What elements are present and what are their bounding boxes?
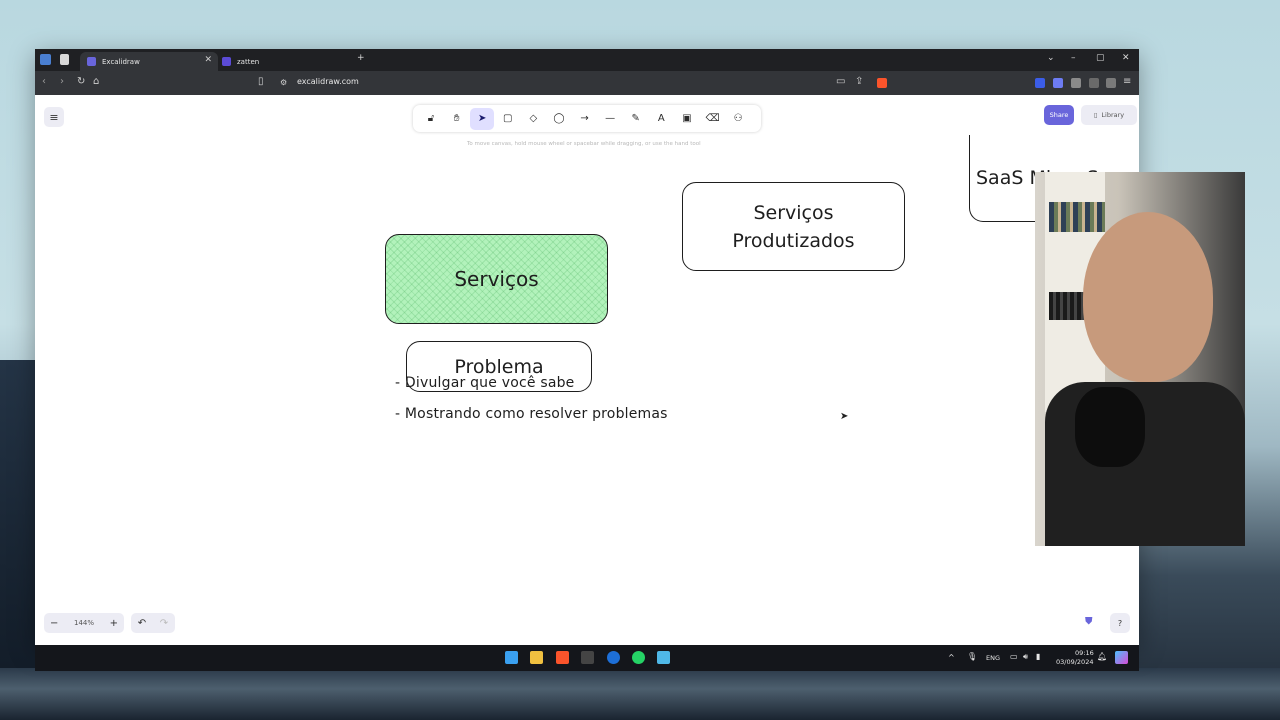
windows-start-icon[interactable] [505, 651, 518, 664]
tab-close-icon[interactable]: ✕ [204, 55, 212, 65]
shape-servicos[interactable]: Serviços [385, 234, 608, 324]
new-tab-button[interactable]: + [357, 53, 365, 63]
file-explorer-icon[interactable] [530, 651, 543, 664]
share-button[interactable]: Share [1044, 105, 1074, 125]
hand-icon[interactable]: ✋︎ [445, 108, 469, 130]
excalidraw-favicon-icon [87, 57, 96, 66]
site-info-icon[interactable]: ⚙ [280, 78, 287, 87]
tray-chevron-icon[interactable]: ^ [948, 653, 955, 662]
rewards-icon[interactable] [1106, 78, 1116, 88]
extension-icon[interactable] [1053, 78, 1063, 88]
bookmark-icon[interactable]: ▯ [258, 76, 264, 87]
ellipse-icon[interactable]: ◯ [547, 108, 571, 130]
arrow-icon[interactable]: → [573, 108, 597, 130]
shape-label: Produtizados [732, 229, 855, 252]
main-menu-button[interactable]: ≡ [44, 107, 64, 127]
os-taskbar: ^ 🎙︎ ENG ▭ 🔊︎ ▮ 09:16 03/09/2024 🔔︎ [35, 645, 1139, 671]
url-field[interactable]: excalidraw.com [297, 77, 359, 86]
close-window-button[interactable]: ✕ [1122, 53, 1130, 63]
clock-time[interactable]: 09:16 [1075, 649, 1094, 657]
brave-shields-icon[interactable] [877, 78, 887, 88]
zatten-favicon-icon [222, 57, 231, 66]
line-icon[interactable]: — [598, 108, 622, 130]
library-label: Library [1101, 111, 1125, 119]
zoom-level[interactable]: 144% [74, 619, 94, 627]
bullet-text[interactable]: - Divulgar que você sabe [395, 375, 575, 391]
webcam-overlay [1035, 172, 1245, 546]
undo-redo-controls: ↶ ↷ [131, 613, 175, 633]
shape-toolbar: 🔓︎ ✋︎ ➤ ▢ ◇ ◯ → — ✎ A ▣ ⌫ ⚇ [413, 105, 761, 132]
rectangle-icon[interactable]: ▢ [496, 108, 520, 130]
maximize-button[interactable]: ▢ [1096, 53, 1105, 63]
cast-icon[interactable]: ▭ [836, 76, 845, 87]
person-body [1045, 382, 1245, 546]
zoom-out-button[interactable]: − [50, 618, 58, 629]
person-head [1083, 212, 1213, 382]
book-row [1049, 202, 1105, 232]
shape-servicos-produtizados[interactable]: Serviços Produtizados [682, 182, 905, 271]
forward-icon[interactable]: › [60, 76, 64, 87]
notification-bell-icon[interactable]: 🔔︎ [1097, 652, 1107, 661]
browser-window: Excalidraw ✕ zatten + ⌄ – ▢ ✕ ‹ › ↻ ⌂ ▯ … [35, 49, 1139, 645]
bullet-text[interactable]: - Mostrando como resolver problemas [395, 406, 668, 422]
extension-bitwarden-icon[interactable] [1035, 78, 1045, 88]
undo-button[interactable]: ↶ [138, 618, 146, 629]
volume-icon[interactable]: 🔊︎ [1023, 652, 1028, 662]
menu-icon[interactable]: ≡ [1123, 76, 1131, 87]
shape-label: Serviços [454, 267, 539, 291]
selection-icon[interactable]: ➤ [470, 107, 495, 130]
language-indicator[interactable]: ENG [986, 654, 1000, 662]
library-button[interactable]: ▯ Library [1081, 105, 1137, 125]
tab-zatten[interactable]: zatten [215, 52, 353, 71]
share-page-icon[interactable]: ⇪ [855, 76, 863, 87]
excalidraw-canvas[interactable]: ≡ 🔓︎ ✋︎ ➤ ▢ ◇ ◯ → — ✎ A ▣ ⌫ ⚇ To move ca… [35, 95, 1139, 645]
network-icon[interactable]: ▭ [1010, 652, 1018, 661]
shape-label: Serviços [753, 201, 834, 224]
terminal-icon[interactable] [581, 651, 594, 664]
canvas-hint: To move canvas, hold mouse wheel or spac… [467, 141, 701, 147]
desktop-wallpaper-bottom [0, 668, 1280, 720]
image-icon[interactable]: ▣ [675, 108, 699, 130]
help-button[interactable]: ? [1110, 613, 1130, 633]
address-bar-row: ‹ › ↻ ⌂ ▯ ⚙ excalidraw.com ▭ ⇪ ≡ [35, 71, 1139, 95]
redo-button[interactable]: ↷ [160, 618, 168, 629]
notepad-icon[interactable] [657, 651, 670, 664]
app-icon[interactable] [607, 651, 620, 664]
microphone [1075, 387, 1145, 467]
tab-bar: Excalidraw ✕ zatten + ⌄ – ▢ ✕ [35, 49, 1139, 71]
back-icon[interactable]: ‹ [42, 76, 46, 87]
shapes-icon[interactable]: ⚇ [726, 108, 750, 130]
diamond-icon[interactable]: ◇ [521, 108, 545, 130]
home-icon[interactable]: ⌂ [93, 76, 99, 87]
desktop-wallpaper-left [0, 360, 40, 720]
tab-search-icon[interactable]: ⌄ [1047, 53, 1055, 63]
extension-icon[interactable] [1071, 78, 1081, 88]
pencil-icon[interactable]: ✎ [624, 108, 648, 130]
workspaces-icon[interactable] [40, 54, 51, 65]
library-icon: ▯ [1093, 111, 1098, 119]
copilot-icon[interactable] [1115, 651, 1128, 664]
clock-date[interactable]: 03/09/2024 [1056, 658, 1093, 666]
battery-icon[interactable]: ▮ [1036, 652, 1040, 661]
text-icon[interactable]: A [649, 108, 673, 130]
minimize-button[interactable]: – [1071, 53, 1076, 63]
whatsapp-icon[interactable] [632, 651, 645, 664]
eraser-icon[interactable]: ⌫ [701, 108, 725, 130]
zoom-controls: − 144% + [44, 613, 124, 633]
microphone-icon[interactable]: 🎙︎ [967, 652, 977, 661]
brave-browser-icon[interactable] [556, 651, 569, 664]
reload-icon[interactable]: ↻ [77, 76, 85, 87]
sidebar-icon[interactable] [60, 54, 69, 65]
mouse-cursor-icon: ➤ [840, 411, 849, 422]
tab-label: zatten [237, 57, 260, 66]
zoom-in-button[interactable]: + [110, 618, 118, 629]
extensions-puzzle-icon[interactable] [1089, 78, 1099, 88]
tab-label: Excalidraw [102, 57, 140, 66]
tab-excalidraw[interactable]: Excalidraw ✕ [80, 52, 218, 71]
lock-icon[interactable]: 🔓︎ [419, 108, 443, 130]
encryption-shield-icon[interactable]: ⛊ [1085, 616, 1093, 627]
